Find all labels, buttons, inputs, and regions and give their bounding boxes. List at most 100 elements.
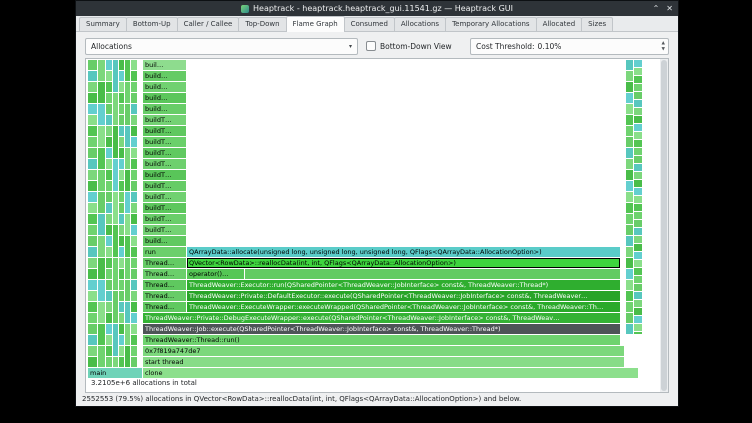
flame-strip-segment[interactable] bbox=[634, 124, 642, 131]
flame-strip-segment[interactable] bbox=[125, 346, 130, 367]
flame-strip-segment[interactable] bbox=[634, 268, 642, 275]
flame-graph-canvas[interactable]: buil…build…build…build…build…buildT…buil… bbox=[87, 60, 661, 392]
flame-strip-segment[interactable] bbox=[634, 68, 642, 75]
flame-strip-segment[interactable] bbox=[113, 258, 118, 290]
flame-strip-segment[interactable] bbox=[119, 269, 124, 279]
flame-strip-segment[interactable] bbox=[626, 280, 633, 290]
flame-strip-segment[interactable] bbox=[88, 181, 97, 191]
flame-strip-segment[interactable] bbox=[98, 214, 105, 235]
flame-strip-segment[interactable] bbox=[634, 332, 642, 334]
window-titlebar[interactable]: Heaptrack - heaptrack.heaptrack_gui.1154… bbox=[76, 1, 678, 16]
flame-frame[interactable]: buildT… bbox=[143, 181, 186, 191]
flame-strip-segment[interactable] bbox=[88, 324, 97, 334]
flame-strip-segment[interactable] bbox=[634, 84, 642, 91]
flame-strip-segment[interactable] bbox=[634, 228, 642, 235]
flame-strip-segment[interactable] bbox=[626, 104, 633, 114]
flame-strip-segment[interactable] bbox=[125, 170, 130, 191]
tab-allocated[interactable]: Allocated bbox=[536, 17, 583, 31]
flame-strip-segment[interactable] bbox=[626, 247, 633, 257]
flame-strip-segment[interactable] bbox=[88, 214, 97, 224]
flame-strip-segment[interactable] bbox=[119, 302, 124, 312]
flame-strip-segment[interactable] bbox=[125, 214, 130, 235]
flame-strip-segment[interactable] bbox=[626, 82, 633, 92]
flame-strip-segment[interactable] bbox=[634, 324, 642, 331]
flame-strip-segment[interactable] bbox=[106, 71, 112, 81]
flame-strip-segment[interactable] bbox=[626, 324, 633, 334]
flame-strip-segment[interactable] bbox=[634, 116, 642, 123]
flame-strip-segment[interactable] bbox=[106, 126, 112, 136]
flame-strip-segment[interactable] bbox=[119, 104, 124, 114]
flame-frame[interactable]: buildT… bbox=[143, 137, 186, 147]
flame-strip-segment[interactable] bbox=[88, 291, 97, 301]
flame-strip-segment[interactable] bbox=[106, 346, 112, 356]
flame-strip-segment[interactable] bbox=[131, 159, 137, 169]
cost-threshold-spinbox[interactable]: Cost Threshold: 0.10% ▲ ▼ bbox=[470, 38, 669, 55]
flame-strip-segment[interactable] bbox=[113, 159, 118, 191]
flame-frame[interactable]: buildT… bbox=[143, 214, 186, 224]
flame-strip-segment[interactable] bbox=[88, 258, 97, 268]
flame-strip-segment[interactable] bbox=[88, 225, 97, 235]
flame-strip-segment[interactable] bbox=[626, 181, 633, 191]
flame-strip-segment[interactable] bbox=[113, 324, 118, 356]
flame-strip-segment[interactable] bbox=[119, 291, 124, 301]
flame-strip-segment[interactable] bbox=[125, 126, 130, 147]
flame-strip-segment[interactable] bbox=[106, 115, 112, 125]
flame-strip-segment[interactable] bbox=[125, 104, 130, 125]
flame-strip-segment[interactable] bbox=[131, 82, 137, 92]
flame-frame[interactable]: buildT… bbox=[143, 126, 186, 136]
flame-strip-segment[interactable] bbox=[131, 93, 137, 103]
flame-strip-segment[interactable] bbox=[88, 280, 97, 290]
flame-strip-segment[interactable] bbox=[634, 220, 642, 227]
flame-strip-segment[interactable] bbox=[634, 92, 642, 99]
flame-strip-segment[interactable] bbox=[131, 291, 137, 301]
tab-caller-callee[interactable]: Caller / Callee bbox=[177, 17, 240, 31]
flame-strip-segment[interactable] bbox=[88, 115, 97, 125]
flame-strip-segment[interactable] bbox=[119, 170, 124, 180]
flame-strip-segment[interactable] bbox=[88, 159, 97, 169]
flame-strip-segment[interactable] bbox=[98, 170, 105, 191]
flame-strip-segment[interactable] bbox=[88, 170, 97, 180]
tab-top-down[interactable]: Top-Down bbox=[238, 17, 286, 31]
flame-strip-segment[interactable] bbox=[106, 236, 112, 246]
flame-strip-segment[interactable] bbox=[626, 159, 633, 169]
flame-strip-segment[interactable] bbox=[119, 71, 124, 81]
flame-strip-segment[interactable] bbox=[88, 137, 97, 147]
tab-sizes[interactable]: Sizes bbox=[581, 17, 613, 31]
flame-strip-segment[interactable] bbox=[106, 291, 112, 301]
flame-frame[interactable]: run bbox=[143, 247, 186, 257]
flame-strip-segment[interactable] bbox=[119, 346, 124, 356]
flame-strip-segment[interactable] bbox=[626, 214, 633, 224]
flame-frame[interactable]: build… bbox=[143, 71, 186, 81]
flame-strip-segment[interactable] bbox=[131, 324, 137, 334]
flame-strip-segment[interactable] bbox=[119, 93, 124, 103]
flame-strip-segment[interactable] bbox=[119, 357, 124, 367]
flame-strip-segment[interactable] bbox=[626, 258, 633, 268]
flame-strip-segment[interactable] bbox=[626, 170, 633, 180]
flame-frame[interactable]: ThreadWeaver::ExecuteWrapper::executeWra… bbox=[187, 302, 620, 312]
flame-strip-segment[interactable] bbox=[88, 247, 97, 257]
flame-strip-segment[interactable] bbox=[119, 148, 124, 158]
flame-strip-segment[interactable] bbox=[119, 313, 124, 323]
flame-strip-segment[interactable] bbox=[634, 140, 642, 147]
flame-frame[interactable]: Thread… bbox=[143, 302, 186, 312]
flame-strip-segment[interactable] bbox=[106, 302, 112, 312]
tab-summary[interactable]: Summary bbox=[79, 17, 127, 31]
flame-frame[interactable]: buildT… bbox=[143, 170, 186, 180]
flame-strip-segment[interactable] bbox=[106, 335, 112, 345]
flame-strip-segment[interactable] bbox=[88, 236, 97, 246]
flame-strip-segment[interactable] bbox=[119, 280, 124, 290]
flame-strip-segment[interactable] bbox=[634, 148, 642, 155]
flame-strip-segment[interactable] bbox=[113, 291, 118, 323]
flame-frame[interactable]: operator()… bbox=[187, 269, 244, 279]
flame-strip-segment[interactable] bbox=[131, 71, 137, 81]
flame-strip-segment[interactable] bbox=[88, 203, 97, 213]
flame-strip-segment[interactable] bbox=[131, 258, 137, 268]
flame-strip-segment[interactable] bbox=[119, 335, 124, 345]
flame-strip-segment[interactable] bbox=[634, 316, 642, 323]
flame-strip-segment[interactable] bbox=[626, 203, 633, 213]
flame-strip-segment[interactable] bbox=[634, 108, 642, 115]
metric-select[interactable]: Allocations ▾ bbox=[85, 38, 358, 55]
flame-frame[interactable]: clone bbox=[143, 368, 638, 378]
flame-strip-segment[interactable] bbox=[88, 346, 97, 356]
flame-strip-segment[interactable] bbox=[626, 291, 633, 301]
